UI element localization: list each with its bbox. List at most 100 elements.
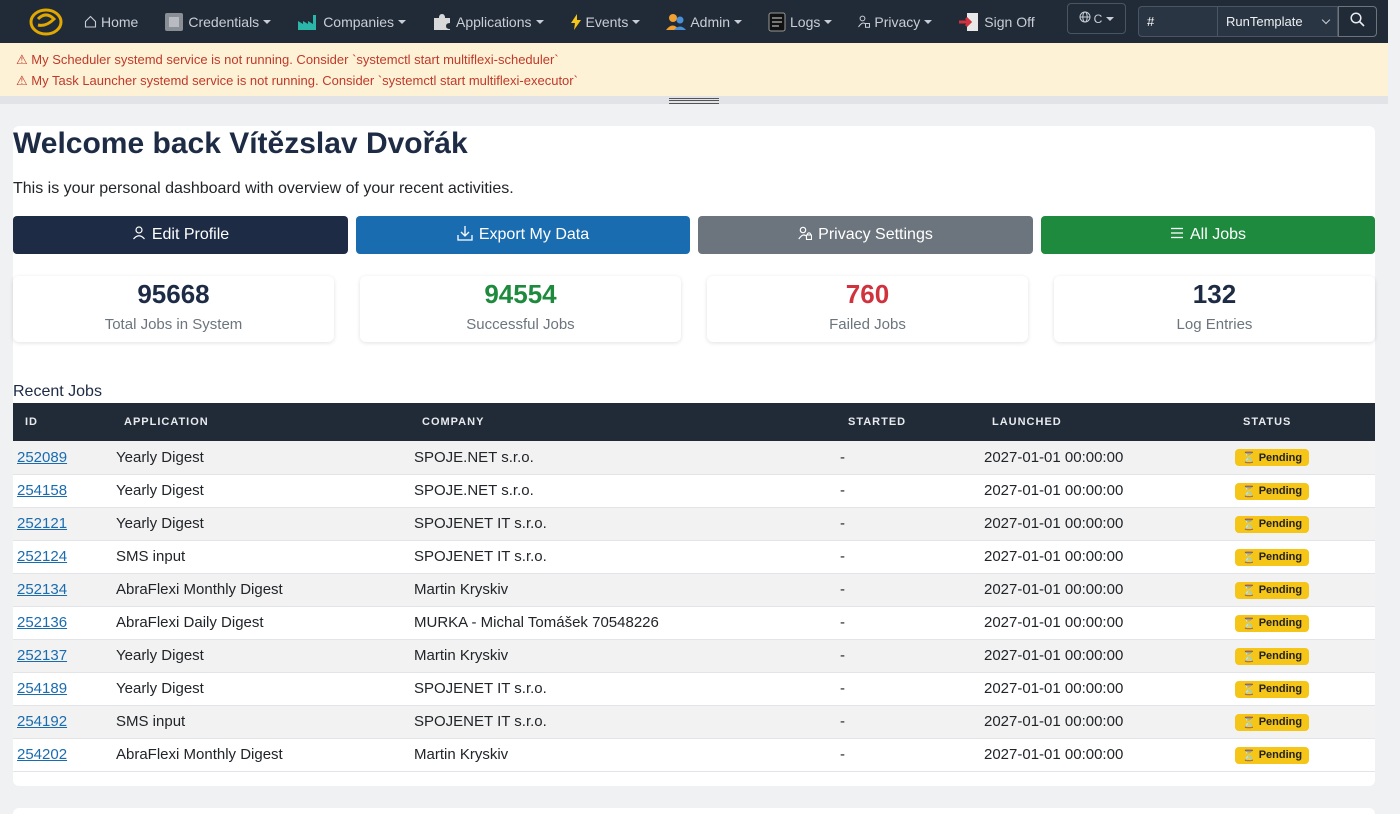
column-header-application[interactable]: APPLICATION [112, 403, 410, 441]
job-started-cell: - [836, 474, 980, 508]
nav-events[interactable]: Events [570, 13, 653, 30]
status-badge: ⏳ Pending [1235, 482, 1310, 500]
job-application-cell: Yearly Digest [112, 474, 410, 508]
job-application-cell: Yearly Digest [112, 441, 410, 475]
job-status-cell: ⏳ Pending [1231, 738, 1375, 772]
job-started-cell: - [836, 540, 980, 574]
table-row: 252134 AbraFlexi Monthly Digest Martin Kry… [13, 573, 1375, 607]
job-started-cell: - [836, 441, 980, 475]
table-row: 252136 AbraFlexi Daily Digest MURKA - Mich… [13, 606, 1375, 640]
privacy-settings-button[interactable]: Privacy Settings [698, 216, 1033, 254]
job-launched-cell: 2027-01-01 00:00:00 [980, 540, 1231, 574]
job-id-link[interactable]: 252089 [17, 449, 67, 466]
job-id-cell: 252137 [13, 639, 112, 673]
job-launched-cell: 2027-01-01 00:00:00 [980, 738, 1231, 772]
log-file-icon [768, 12, 786, 32]
job-company-cell: SPOJENET IT s.r.o. [410, 507, 836, 541]
nav-admin[interactable]: Admin [666, 13, 754, 31]
multiflexi-logo[interactable] [28, 4, 64, 40]
search-input[interactable] [1138, 6, 1218, 37]
table-header-row: ID APPLICATION COMPANY STARTED LAUNCHED … [13, 403, 1375, 441]
job-id-link[interactable]: 254192 [17, 713, 67, 730]
nav-logs[interactable]: Logs [768, 12, 844, 32]
nav-sign-off[interactable]: Sign Off [958, 12, 1046, 32]
status-badge: ⏳ Pending [1235, 581, 1310, 599]
nav-home[interactable]: Home [84, 14, 150, 30]
table-row: 252137 Yearly Digest Martin Kryskiv -2027-0… [13, 639, 1375, 673]
stat-value: 94554 [484, 279, 557, 309]
status-badge-label: Pending [1258, 451, 1303, 464]
job-launched-cell: 2027-01-01 00:00:00 [980, 606, 1231, 640]
house-icon [84, 15, 97, 28]
stat-value: 760 [845, 279, 890, 309]
stat-log-entries: 132 Log Entries [1054, 276, 1375, 342]
job-status-cell: ⏳ Pending [1231, 639, 1375, 673]
job-status-cell: ⏳ Pending [1231, 573, 1375, 607]
nav-item-label: Companies [323, 13, 395, 30]
status-badge-label: Pending [1258, 518, 1303, 530]
nav-companies[interactable]: Companies [297, 13, 418, 31]
job-started-cell: - [836, 606, 980, 640]
all-jobs-button[interactable]: All Jobs [1041, 216, 1375, 254]
credentials-icon [164, 12, 184, 32]
status-badge-label: Pending [1258, 617, 1303, 629]
job-id-link[interactable]: 252137 [17, 647, 67, 664]
search-type-select[interactable]: RunTemplate [1217, 6, 1338, 37]
hourglass-icon: ⏳ [1242, 716, 1256, 729]
job-id-link[interactable]: 252124 [17, 548, 67, 565]
nav-applications[interactable]: Applications [432, 12, 556, 32]
nav-item-label: Sign Off [984, 13, 1035, 30]
column-header-status[interactable]: STATUS [1231, 403, 1375, 441]
job-id-cell: 254202 [13, 738, 112, 772]
nav-item-label: Events [585, 13, 629, 30]
job-id-cell: 252136 [13, 606, 112, 640]
table-row: 252089 Yearly Digest SPOJE.NET s.r.o. -2027… [13, 441, 1375, 475]
nav-privacy[interactable]: Privacy [858, 14, 944, 30]
job-id-link[interactable]: 252134 [17, 581, 67, 598]
status-badge: ⏳ Pending [1235, 713, 1310, 731]
status-badge: ⏳ Pending [1235, 746, 1310, 764]
job-id-link[interactable]: 252136 [17, 614, 67, 631]
job-id-cell: 254192 [13, 705, 112, 739]
column-header-id[interactable]: ID [13, 403, 112, 441]
column-header-launched[interactable]: LAUNCHED [980, 403, 1231, 441]
nav-item-label: Admin [690, 13, 731, 30]
column-header-company[interactable]: COMPANY [410, 403, 836, 441]
chevron-down-icon [1321, 15, 1331, 25]
nav-item-label: Home [101, 13, 139, 30]
status-badge: ⏳ Pending [1235, 548, 1310, 566]
job-id-link[interactable]: 252121 [17, 515, 67, 532]
job-started-cell: - [836, 705, 980, 739]
puzzle-icon [432, 12, 452, 32]
edit-profile-button[interactable]: Edit Profile [13, 216, 348, 254]
job-id-link[interactable]: 254202 [17, 746, 67, 763]
job-company-cell: SPOJENET IT s.r.o. [410, 672, 836, 706]
chevron-down-icon [824, 19, 833, 24]
factory-icon [297, 13, 319, 31]
job-id-link[interactable]: 254189 [17, 680, 67, 697]
status-badge: ⏳ Pending [1235, 680, 1310, 698]
service-alerts: ⚠ My Scheduler systemd service is not ru… [0, 43, 1388, 96]
job-id-cell: 252121 [13, 507, 112, 541]
job-status-cell: ⏳ Pending [1231, 606, 1375, 640]
job-application-cell: Yearly Digest [112, 507, 410, 541]
recent-jobs-title: Recent Jobs [13, 383, 102, 400]
export-data-label: Export My Data [478, 226, 590, 243]
job-status-cell: ⏳ Pending [1231, 441, 1375, 475]
scheduler-alert: ⚠ My Scheduler systemd service is not ru… [16, 52, 559, 67]
column-header-started[interactable]: STARTED [836, 403, 980, 441]
language-dropdown[interactable]: C [1067, 3, 1126, 34]
nav-credentials[interactable]: Credentials [164, 12, 283, 32]
recent-jobs-table: ID APPLICATION COMPANY STARTED LAUNCHED … [13, 403, 1375, 772]
drag-handle[interactable] [669, 98, 719, 104]
job-id-link[interactable]: 254158 [17, 482, 67, 499]
stat-label: Successful Jobs [466, 316, 575, 333]
stat-total-jobs: 95668 Total Jobs in System [13, 276, 334, 342]
job-launched-cell: 2027-01-01 00:00:00 [980, 672, 1231, 706]
stat-label: Failed Jobs [829, 316, 906, 333]
job-launched-cell: 2027-01-01 00:00:00 [980, 474, 1231, 508]
export-data-button[interactable]: Export My Data [356, 216, 690, 254]
job-company-cell: SPOJE.NET s.r.o. [410, 441, 836, 475]
search-button[interactable] [1338, 6, 1377, 37]
page-scrollbar[interactable] [1388, 0, 1400, 814]
